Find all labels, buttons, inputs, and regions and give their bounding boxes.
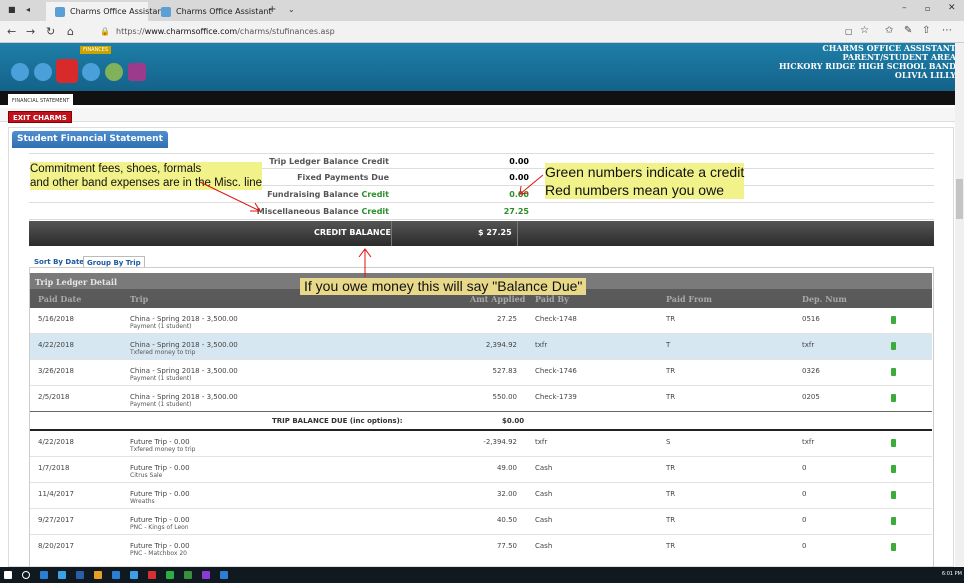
app-icon[interactable] bbox=[220, 571, 228, 579]
app-icon[interactable] bbox=[40, 571, 48, 579]
app-icon[interactable] bbox=[166, 571, 174, 579]
edge-icon[interactable] bbox=[58, 571, 66, 579]
app-icon[interactable] bbox=[130, 571, 138, 579]
app-icon[interactable] bbox=[112, 571, 120, 579]
search-icon[interactable] bbox=[22, 571, 30, 579]
arrow-to-misc-line bbox=[199, 181, 261, 212]
app-icon[interactable] bbox=[184, 571, 192, 579]
app-icon[interactable] bbox=[76, 571, 84, 579]
annotation-arrows bbox=[199, 174, 544, 277]
arrow-to-credit-value bbox=[519, 174, 544, 195]
app-icon[interactable] bbox=[202, 571, 210, 579]
start-icon[interactable] bbox=[4, 571, 12, 579]
taskbar-clock[interactable]: 6:01 PM bbox=[942, 571, 962, 577]
app-icon[interactable] bbox=[94, 571, 102, 579]
windows-taskbar: 6:01 PM bbox=[0, 567, 964, 583]
app-icon[interactable] bbox=[148, 571, 156, 579]
